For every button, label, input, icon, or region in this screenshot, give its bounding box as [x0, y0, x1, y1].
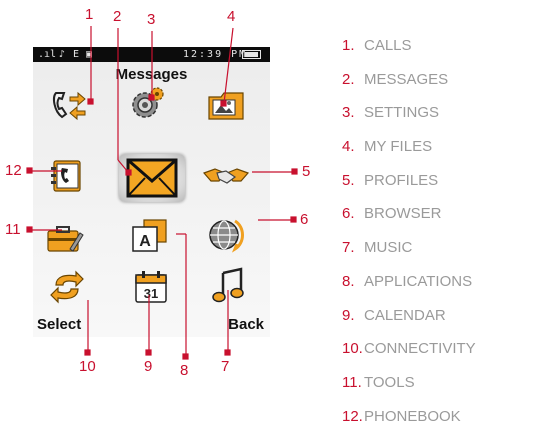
legend-item: 11. TOOLS: [342, 373, 415, 391]
applications-glyph: A: [139, 233, 151, 250]
screen-title: Messages: [115, 66, 188, 83]
legend-item: 10.CONNECTIVITY: [342, 340, 476, 358]
callout-8: 8: [180, 362, 189, 379]
legend-list: 1. CALLS 2. MESSAGES 3. SETTINGS 4. MY FILES…: [342, 36, 476, 440]
legend-item: 5. PROFILES: [342, 171, 439, 189]
callout-6: 6: [300, 211, 309, 228]
settings-icon[interactable]: [128, 85, 166, 121]
callout-12: 12: [5, 162, 22, 179]
message-status-icon: ▣: [86, 49, 93, 60]
my-files-icon[interactable]: [207, 87, 245, 123]
phonebook-icon[interactable]: [48, 158, 86, 194]
status-bar: .ıl ♪ E ▣ 12:39 PM: [33, 47, 270, 62]
browser-icon[interactable]: [207, 217, 245, 253]
select-softkey[interactable]: Select: [37, 316, 81, 333]
callout-1: 1: [85, 6, 94, 23]
connectivity-icon[interactable]: [48, 269, 86, 305]
callout-2: 2: [113, 8, 122, 25]
signal-icon: .ıl: [38, 49, 57, 60]
callout-4: 4: [227, 8, 236, 25]
callout-5: 5: [302, 163, 311, 180]
music-icon[interactable]: [211, 267, 249, 303]
legend-item: 3. SETTINGS: [342, 104, 440, 122]
tools-icon[interactable]: [46, 219, 84, 255]
applications-icon[interactable]: A: [130, 217, 168, 253]
legend-item: 2. MESSAGES: [342, 70, 449, 88]
callout-11: 11: [5, 221, 21, 238]
callout-7: 7: [221, 358, 230, 375]
battery-icon: [242, 50, 261, 59]
callout-9: 9: [144, 358, 153, 375]
legend-item: 4. MY FILES: [342, 138, 433, 156]
calls-icon[interactable]: [48, 87, 86, 123]
phone-screen: .ıl ♪ E ▣ 12:39 PM Messages A 31 Select …: [33, 47, 270, 337]
legend-item: 8. APPLICATIONS: [342, 272, 473, 290]
messages-icon[interactable]: [125, 156, 179, 200]
legend-item: 12.PHONEBOOK: [342, 407, 461, 425]
back-softkey[interactable]: Back: [228, 316, 264, 333]
callout-10: 10: [79, 358, 96, 375]
callout-3: 3: [147, 11, 156, 28]
profiles-icon[interactable]: [203, 159, 249, 193]
legend-item: 9. CALENDAR: [342, 306, 446, 324]
calendar-icon[interactable]: 31: [132, 269, 170, 305]
clock: 12:39 PM: [183, 49, 248, 60]
legend-item: 6. BROWSER: [342, 205, 442, 223]
network-indicator: E: [73, 49, 80, 60]
music-note-icon: ♪: [59, 49, 66, 60]
legend-item: 7. MUSIC: [342, 239, 413, 257]
calendar-glyph: 31: [144, 286, 158, 301]
legend-item: 1. CALLS: [342, 37, 412, 54]
